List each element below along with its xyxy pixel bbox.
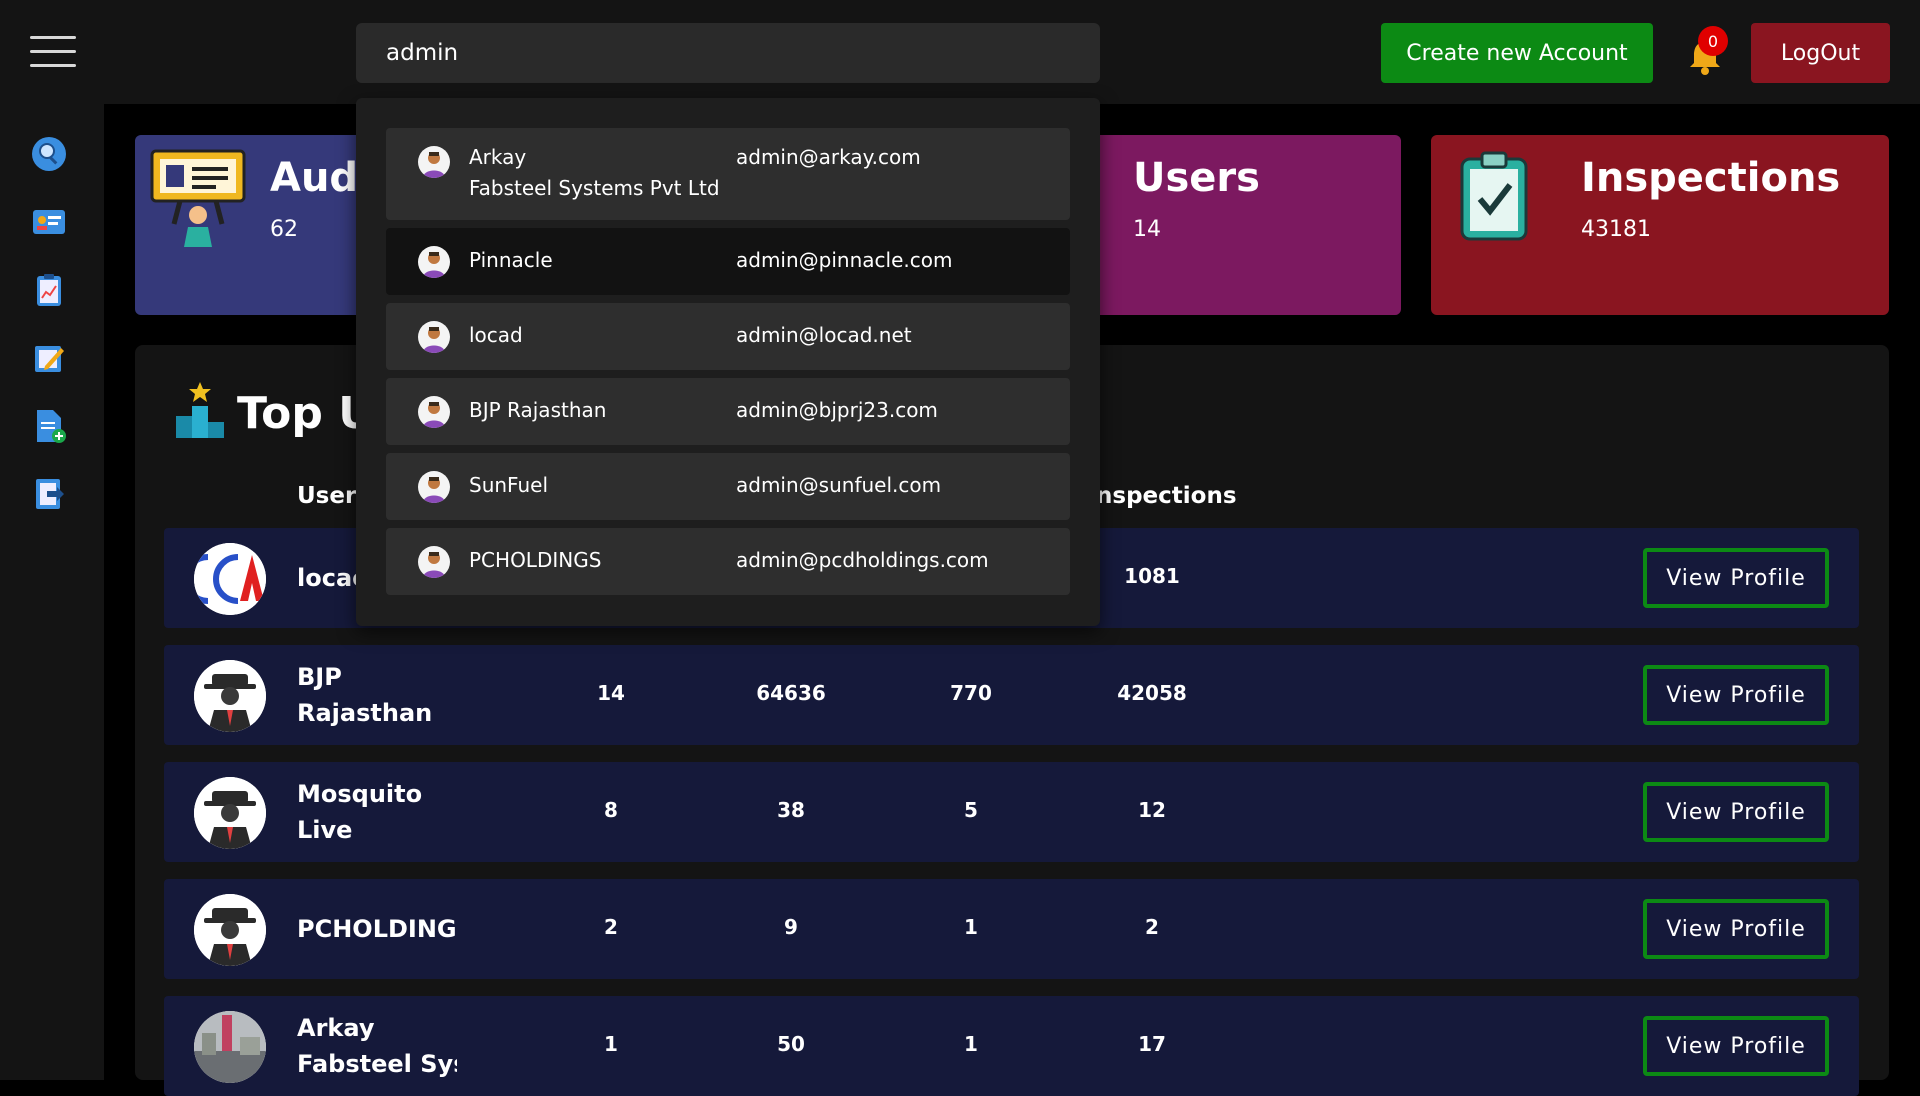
avatar	[194, 894, 266, 966]
row-value: 9	[784, 915, 798, 939]
row-value: 17	[1138, 1032, 1166, 1056]
user-avatar-icon	[418, 146, 450, 178]
result-email: admin@locad.net	[736, 323, 912, 347]
inspections-card-title: Inspections	[1581, 155, 1841, 201]
row-value: 38	[777, 798, 805, 822]
menu-icon[interactable]	[30, 36, 76, 68]
avatar	[194, 777, 266, 849]
view-profile-button[interactable]: View Profile	[1643, 665, 1829, 725]
row-username: Arkay	[297, 1014, 375, 1042]
presentation-icon	[150, 149, 246, 247]
result-email: admin@pcdholdings.com	[736, 548, 989, 572]
search-result-item[interactable]: Pinnacle admin@pinnacle.com	[386, 228, 1070, 295]
result-email: admin@sunfuel.com	[736, 473, 942, 497]
avatar	[194, 660, 266, 732]
export-document-icon[interactable]	[31, 476, 67, 512]
avatar	[194, 1011, 266, 1083]
table-row: PCHOLDINGS 2 9 1 2 View Profile	[164, 879, 1859, 979]
table-row: Arkay Fabsteel Syst 1 50 1 17 View Profi…	[164, 996, 1859, 1096]
result-name: Arkay	[469, 145, 527, 169]
result-name-line2: Fabsteel Systems Pvt Ltd	[469, 176, 720, 200]
view-profile-button[interactable]: View Profile	[1643, 899, 1829, 959]
podium-icon	[176, 382, 224, 438]
users-card-value: 14	[1133, 217, 1161, 242]
clipboard-report-icon[interactable]	[31, 272, 67, 308]
create-account-button[interactable]: Create new Account	[1381, 23, 1653, 83]
result-email: admin@pinnacle.com	[736, 248, 953, 272]
row-username-line2: Rajasthan	[297, 699, 433, 727]
row-username: PCHOLDINGS	[297, 915, 457, 943]
user-avatar-icon	[418, 246, 450, 278]
logout-button[interactable]: LogOut	[1751, 23, 1890, 83]
clipboard-check-icon	[1460, 151, 1528, 241]
result-name: locad	[469, 323, 523, 347]
search-input[interactable]	[356, 23, 1100, 83]
inspections-card[interactable]: Inspections 43181	[1431, 135, 1889, 315]
row-value: 8	[604, 798, 618, 822]
user-avatar-icon	[418, 471, 450, 503]
row-value: 1	[964, 915, 978, 939]
row-value: 50	[777, 1032, 805, 1056]
search-result-item[interactable]: Arkay Fabsteel Systems Pvt Ltd admin@ark…	[386, 128, 1070, 220]
search-user-icon[interactable]	[31, 136, 67, 172]
row-value: 1081	[1124, 564, 1180, 588]
view-profile-button[interactable]: View Profile	[1643, 1016, 1829, 1076]
row-value: 2	[1145, 915, 1159, 939]
table-row: BJP Rajasthan 14 64636 770 42058 View Pr…	[164, 645, 1859, 745]
row-value: 1	[964, 1032, 978, 1056]
result-name: SunFuel	[469, 473, 548, 497]
row-value: 14	[597, 681, 625, 705]
row-value: 64636	[756, 681, 826, 705]
row-value: 5	[964, 798, 978, 822]
inspections-card-value: 43181	[1581, 217, 1651, 242]
user-avatar-icon	[418, 546, 450, 578]
row-username-line2: Live	[297, 816, 353, 844]
search-result-item[interactable]: locad admin@locad.net	[386, 303, 1070, 370]
edit-icon[interactable]	[31, 340, 67, 376]
result-name: Pinnacle	[469, 248, 553, 272]
search-result-item[interactable]: BJP Rajasthan admin@bjprj23.com	[386, 378, 1070, 445]
avatar	[194, 543, 266, 615]
result-name: BJP Rajasthan	[469, 398, 607, 422]
row-value: 1	[604, 1032, 618, 1056]
search-result-item[interactable]: SunFuel admin@sunfuel.com	[386, 453, 1070, 520]
result-name: PCHOLDINGS	[469, 548, 602, 572]
sidebar	[0, 104, 104, 1080]
row-value: 12	[1138, 798, 1166, 822]
view-profile-button[interactable]: View Profile	[1643, 782, 1829, 842]
top-users-title: Top U	[237, 388, 374, 439]
add-document-icon[interactable]	[31, 408, 67, 444]
users-card-title: Users	[1133, 155, 1260, 201]
search-result-item[interactable]: PCHOLDINGS admin@pcdholdings.com	[386, 528, 1070, 595]
row-username: Mosquito	[297, 780, 423, 808]
notification-badge: 0	[1698, 26, 1728, 56]
id-card-icon[interactable]	[31, 204, 67, 240]
top-bar: Create new Account 0 LogOut	[0, 0, 1920, 104]
search-results-dropdown: Arkay Fabsteel Systems Pvt Ltd admin@ark…	[356, 98, 1100, 626]
audit-card-value: 62	[270, 217, 298, 242]
row-value: 42058	[1117, 681, 1187, 705]
row-value: 770	[950, 681, 992, 705]
row-value: 2	[604, 915, 618, 939]
row-username: BJP	[297, 663, 342, 691]
result-email: admin@bjprj23.com	[736, 398, 938, 422]
row-username-line2: Fabsteel Syst	[297, 1050, 457, 1078]
user-avatar-icon	[418, 396, 450, 428]
result-email: admin@arkay.com	[736, 145, 921, 169]
view-profile-button[interactable]: View Profile	[1643, 548, 1829, 608]
column-header-inspections: nspections	[1096, 483, 1237, 509]
user-avatar-icon	[418, 321, 450, 353]
table-row: Mosquito Live 8 38 5 12 View Profile	[164, 762, 1859, 862]
